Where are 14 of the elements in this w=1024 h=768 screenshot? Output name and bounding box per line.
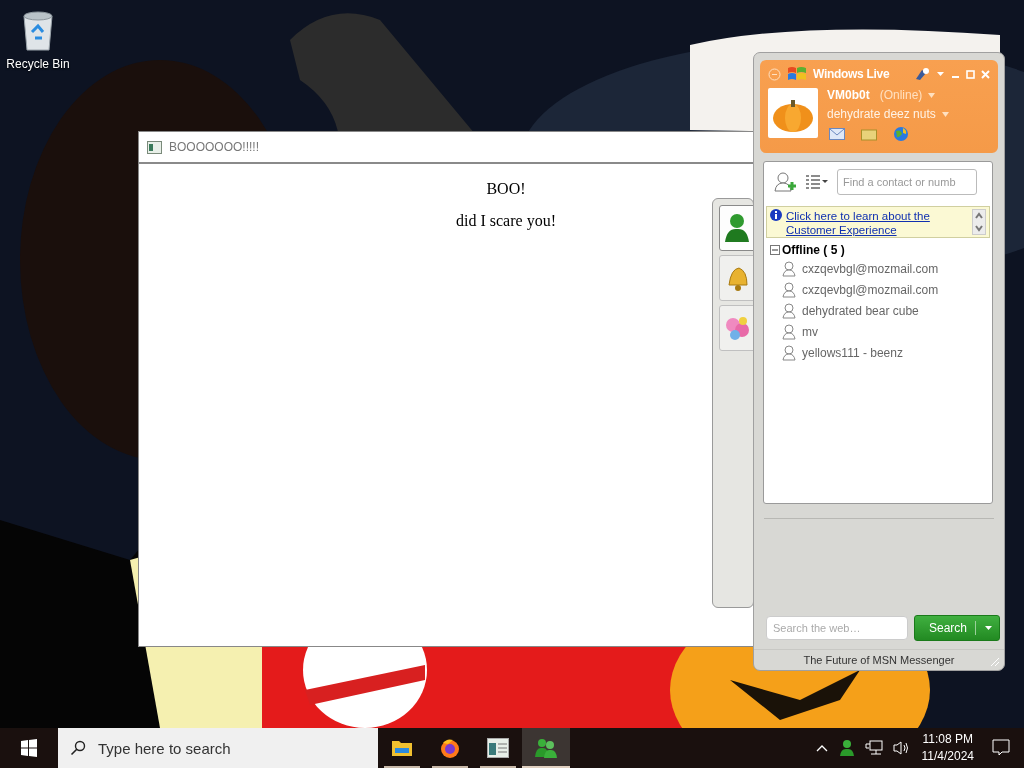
speaker-icon[interactable]: [892, 740, 911, 756]
search-placeholder: Type here to search: [98, 739, 231, 757]
people-icon: [534, 737, 558, 759]
chevron-up-icon[interactable]: [814, 743, 829, 753]
clock[interactable]: 11:08 PM 11/4/2024: [921, 731, 974, 765]
notification-icon[interactable]: [992, 739, 1010, 757]
browser-icon: [439, 737, 461, 759]
network-icon[interactable]: [864, 740, 883, 756]
search-icon: [70, 740, 86, 756]
person-icon[interactable]: [838, 739, 855, 757]
taskbar-app[interactable]: [522, 728, 570, 768]
window-icon: [487, 738, 509, 758]
taskbar-search-box[interactable]: Type here to search: [58, 728, 378, 768]
folder-icon: [391, 739, 413, 757]
